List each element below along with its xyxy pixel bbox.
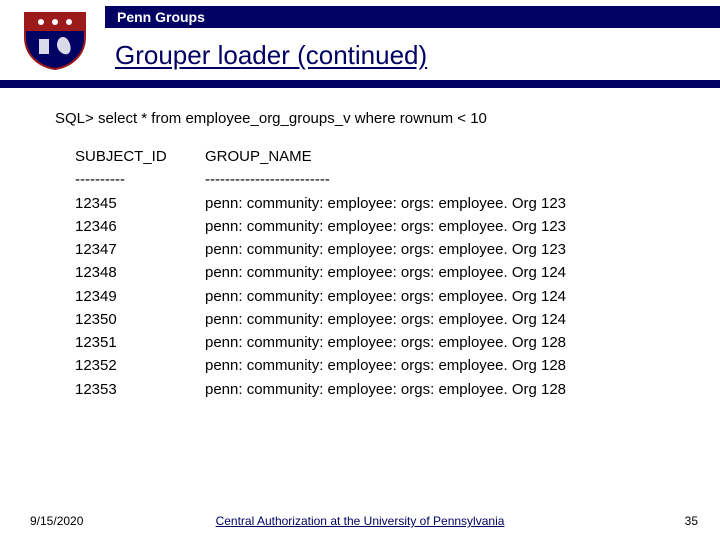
slide-footer: 9/15/2020 Central Authorization at the U… [0,510,720,532]
cell-subject-id: 12352 [75,354,205,377]
cell-subject-id: 12346 [75,215,205,238]
cell-subject-id: 12351 [75,331,205,354]
cell-subject-id: 12349 [75,285,205,308]
slide-body: SQL> select * from employee_org_groups_v… [0,110,720,500]
cell-group-name: penn: community: employee: orgs: employe… [205,378,700,401]
table-row: 12346penn: community: employee: orgs: em… [75,215,700,238]
cell-group-name: penn: community: employee: orgs: employe… [205,331,700,354]
cell-subject-id: 12353 [75,378,205,401]
col-header-group-name: GROUP_NAME [205,145,700,168]
cell-group-name: penn: community: employee: orgs: employe… [205,192,700,215]
cell-group-name: penn: community: employee: orgs: employe… [205,354,700,377]
cell-group-name: penn: community: employee: orgs: employe… [205,215,700,238]
table-row: 12348penn: community: employee: orgs: em… [75,261,700,284]
header-band: Penn Groups [105,6,720,28]
sql-query-line: SQL> select * from employee_org_groups_v… [55,110,700,127]
table-row: 12349penn: community: employee: orgs: em… [75,285,700,308]
table-row: 12347penn: community: employee: orgs: em… [75,238,700,261]
col-header-subject-id: SUBJECT_ID [75,145,205,168]
table-row: 12353penn: community: employee: orgs: em… [75,378,700,401]
cell-group-name: penn: community: employee: orgs: employe… [205,308,700,331]
cell-subject-id: 12348 [75,261,205,284]
cell-group-name: penn: community: employee: orgs: employe… [205,238,700,261]
cell-group-name: penn: community: employee: orgs: employe… [205,261,700,284]
query-result-table: SUBJECT_ID GROUP_NAME ---------- -------… [75,145,700,401]
title-rule [0,80,720,88]
header-band-text: Penn Groups [117,9,205,25]
cell-subject-id: 12347 [75,238,205,261]
footer-date: 9/15/2020 [30,514,83,528]
footer-page: 35 [685,514,698,528]
footer-center: Central Authorization at the University … [216,514,505,528]
table-separator-row: ---------- ------------------------- [75,168,700,191]
table-header-row: SUBJECT_ID GROUP_NAME [75,145,700,168]
penn-shield-logo [10,5,100,75]
table-row: 12351penn: community: employee: orgs: em… [75,331,700,354]
col-sep-name: ------------------------- [205,168,700,191]
table-row: 12350penn: community: employee: orgs: em… [75,308,700,331]
col-sep-id: ---------- [75,168,205,191]
cell-group-name: penn: community: employee: orgs: employe… [205,285,700,308]
table-row: 12352penn: community: employee: orgs: em… [75,354,700,377]
cell-subject-id: 12345 [75,192,205,215]
table-row: 12345penn: community: employee: orgs: em… [75,192,700,215]
cell-subject-id: 12350 [75,308,205,331]
slide-title: Grouper loader (continued) [115,40,427,71]
